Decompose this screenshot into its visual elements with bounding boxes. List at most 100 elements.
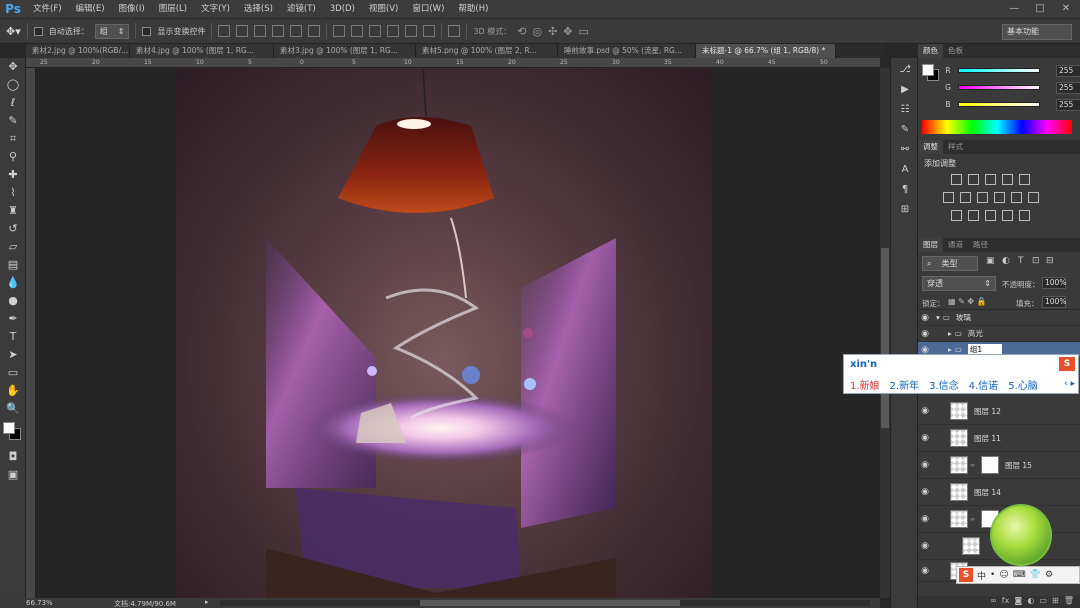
filter-adjust-icon[interactable]: ◐ (1002, 256, 1010, 266)
brightness-icon[interactable] (951, 174, 962, 185)
menu-type[interactable]: 文字(Y) (194, 0, 237, 18)
brush-panel-icon[interactable]: ☷ (895, 102, 915, 118)
ime-candidate[interactable]: 3.信念 (929, 377, 959, 392)
blend-mode-dropdown[interactable]: 穿透 ⇕ (922, 276, 996, 291)
auto-align-icon[interactable] (448, 25, 461, 37)
menu-image[interactable]: 图像(I) (112, 0, 152, 18)
slider-value[interactable]: 255 (1056, 98, 1080, 111)
zoom-tool-icon[interactable]: 🔍 (2, 400, 24, 418)
paragraph-icon[interactable]: ¶ (895, 182, 915, 198)
invert-icon[interactable] (951, 210, 962, 221)
photo-filter-icon[interactable] (994, 192, 1005, 203)
doc-tab[interactable]: 素材4.jpg @ 100% (图层 1, RG... (130, 44, 274, 58)
distribute-left-icon[interactable] (387, 25, 400, 37)
distribute-top-icon[interactable] (333, 25, 346, 37)
3d-rotate-icon[interactable]: ⟲ (517, 25, 526, 38)
doc-size[interactable]: 文档:4.79M/90.6M (114, 599, 176, 608)
tab-paths[interactable]: 路径 (968, 238, 993, 252)
sogou-keyboard-icon[interactable]: ⌨ (1013, 570, 1026, 580)
visibility-eye-icon[interactable]: ◉ (918, 541, 932, 551)
doc-tab[interactable]: 睡前故事.psd @ 50% (流星, RG... (558, 44, 696, 58)
character-icon[interactable]: A (895, 162, 915, 178)
ime-page-arrows-icon[interactable]: ‹ ▸ (1064, 379, 1075, 389)
distribute-hcenter-icon[interactable] (405, 25, 418, 37)
tab-color[interactable]: 颜色 (918, 44, 943, 58)
fg-color-chip[interactable] (922, 64, 934, 76)
tab-swatches[interactable]: 色板 (943, 44, 968, 58)
menu-help[interactable]: 帮助(H) (451, 0, 495, 18)
history-icon[interactable]: ⎇ (895, 62, 915, 78)
status-arrow-icon[interactable]: ▸ (205, 598, 209, 606)
slider-track[interactable] (958, 68, 1040, 73)
menu-file[interactable]: 文件(F) (26, 0, 69, 18)
visibility-eye-icon[interactable]: ◉ (918, 460, 932, 470)
hue-sat-icon[interactable] (943, 192, 954, 203)
align-left-icon[interactable] (272, 25, 285, 37)
vibrance-icon[interactable] (1019, 174, 1030, 185)
healing-tool-icon[interactable]: ✚ (2, 166, 24, 184)
tab-layers[interactable]: 图层 (918, 238, 943, 252)
visibility-eye-icon[interactable]: ◉ (918, 406, 932, 416)
actions-icon[interactable]: ▶ (895, 82, 915, 98)
dodge-tool-icon[interactable]: ● (2, 292, 24, 310)
tab-channels[interactable]: 通道 (943, 238, 968, 252)
show-transform-checkbox[interactable] (142, 26, 152, 36)
minimize-button[interactable]: — (1004, 2, 1024, 16)
lasso-tool-icon[interactable]: ℓ (2, 94, 24, 112)
color-lookup-icon[interactable] (1028, 192, 1039, 203)
quick-select-tool-icon[interactable]: ✎ (2, 112, 24, 130)
link-layers-icon[interactable]: ∞ (990, 596, 997, 605)
visibility-eye-icon[interactable]: ◉ (918, 345, 932, 355)
3d-scale-icon[interactable]: ▭ (579, 25, 589, 38)
fx-icon[interactable]: fx (1002, 596, 1010, 605)
tab-styles[interactable]: 样式 (943, 140, 968, 154)
vertical-scrollbar[interactable] (880, 68, 890, 598)
blur-tool-icon[interactable]: 💧 (2, 274, 24, 292)
horizontal-ruler[interactable]: 25 20 15 10 5 0 5 10 15 20 25 30 35 40 45 50 (26, 58, 880, 68)
doc-tab[interactable]: 素材2.jpg @ 100%(RGB/... (26, 44, 130, 58)
filter-type-icon[interactable]: T (1018, 256, 1024, 266)
visibility-eye-icon[interactable]: ◉ (918, 313, 932, 323)
3d-roll-icon[interactable]: ◎ (532, 25, 542, 38)
threshold-icon[interactable] (985, 210, 996, 221)
layer-mask-thumbnail[interactable] (981, 456, 999, 474)
filter-shape-icon[interactable]: ⊡ (1032, 256, 1040, 266)
tab-adjustments[interactable]: 调整 (918, 140, 943, 154)
menu-select[interactable]: 选择(S) (237, 0, 280, 18)
eyedropper-tool-icon[interactable]: ⚲ (2, 148, 24, 166)
brush-tool-icon[interactable]: ⌇ (2, 184, 24, 202)
auto-select-checkbox[interactable] (33, 26, 43, 36)
move-tool-preset-icon[interactable]: ✥▾ (6, 25, 21, 38)
menu-3d[interactable]: 3D(D) (323, 0, 362, 18)
artwork-canvas[interactable] (176, 68, 712, 598)
fill-value[interactable]: 100% (1042, 296, 1066, 308)
ime-candidate[interactable]: 1.新娘 (850, 377, 880, 392)
selective-color-icon[interactable] (1019, 210, 1030, 221)
eraser-tool-icon[interactable]: ▱ (2, 238, 24, 256)
sogou-skin-icon[interactable]: 👕 (1030, 570, 1041, 580)
collapse-icon[interactable]: ▸ (948, 345, 952, 354)
ime-candidate[interactable]: 2.新年 (890, 377, 920, 392)
green-slider[interactable]: G 255 (938, 79, 1080, 96)
clone-source-icon[interactable]: ⚯ (895, 142, 915, 158)
layer-row[interactable]: ◉ 图层 11 (918, 425, 1080, 452)
sogou-emoji-icon[interactable]: ☺ (999, 570, 1008, 580)
filter-smart-icon[interactable]: ⊟ (1046, 256, 1054, 266)
slider-track[interactable] (958, 85, 1040, 90)
scrollbar-thumb[interactable] (881, 248, 889, 428)
type-tool-icon[interactable]: T (2, 328, 24, 346)
align-vcenter-icon[interactable] (236, 25, 249, 37)
visibility-eye-icon[interactable]: ◉ (918, 329, 932, 339)
red-slider[interactable]: R 255 (938, 62, 1080, 79)
color-balance-icon[interactable] (960, 192, 971, 203)
layer-row[interactable]: ◉ 图层 12 (918, 398, 1080, 425)
bw-icon[interactable] (977, 192, 988, 203)
exposure-icon[interactable] (1002, 174, 1013, 185)
visibility-eye-icon[interactable]: ◉ (918, 566, 932, 576)
align-right-icon[interactable] (308, 25, 321, 37)
layer-kind-filter[interactable]: ⌕ 类型 (922, 256, 978, 271)
visibility-eye-icon[interactable]: ◉ (918, 433, 932, 443)
screen-mode-icon[interactable]: ▣ (2, 466, 24, 484)
scrollbar-thumb[interactable] (420, 600, 680, 606)
sogou-mode-toggle[interactable]: 中 (977, 569, 986, 582)
